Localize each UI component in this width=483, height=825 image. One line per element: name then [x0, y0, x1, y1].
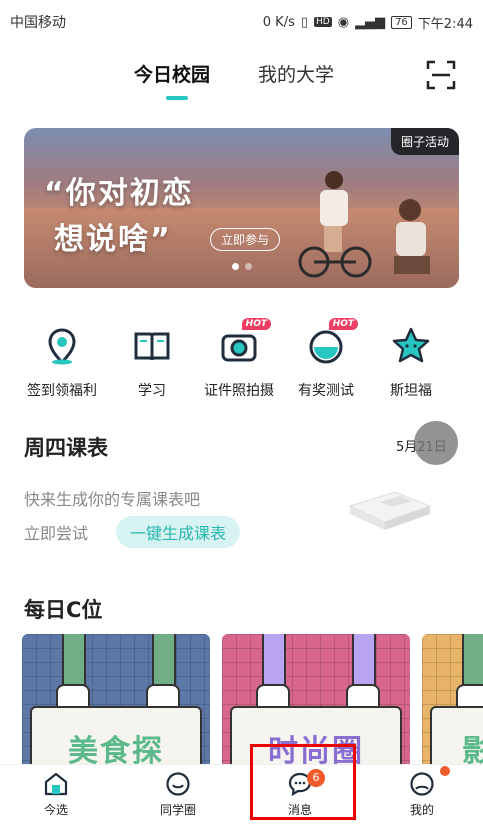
- quick-actions: 签到领福利 学习 HOT 证件照拍摄 HOT 有奖测试 斯坦福: [0, 318, 483, 408]
- network-speed: 0 K/s: [262, 14, 295, 30]
- clock: 下午2:44: [417, 16, 473, 32]
- quick-item-checkin[interactable]: 签到领福利: [17, 318, 107, 400]
- nav-label: 同学圈: [159, 803, 196, 817]
- profile-notification-dot: [440, 766, 450, 776]
- hd-icon: HD: [314, 17, 332, 27]
- daily-card[interactable]: 美食探: [22, 634, 210, 764]
- activity-banner[interactable]: “你对初恋 想说啥” 立即参与 圈子活动: [24, 128, 459, 288]
- nav-item-classmates[interactable]: 同学圈: [138, 771, 218, 818]
- quick-label: 斯坦福: [390, 383, 432, 399]
- camera-icon: HOT: [219, 318, 271, 366]
- quick-label: 证件照拍摄: [204, 383, 274, 399]
- banner-headline-1: “你对初恋: [44, 176, 194, 211]
- nav-item-profile[interactable]: 我的: [382, 771, 462, 818]
- nav-label: 今选: [43, 803, 68, 817]
- eye-icon: ◉: [337, 14, 350, 30]
- card-sign-text: 美食探: [68, 734, 164, 764]
- signal-icon: ▂▄▆: [355, 14, 386, 30]
- star-mascot-icon: [391, 326, 431, 366]
- nav-label: 我的: [409, 803, 434, 817]
- tab-my-university[interactable]: 我的大学: [258, 60, 334, 87]
- schedule-hint: 快来生成你的专属课表吧: [24, 490, 201, 509]
- quick-label: 签到领福利: [27, 383, 97, 399]
- tab-today-campus[interactable]: 今日校园: [134, 60, 210, 87]
- quick-item-study[interactable]: 学习: [107, 318, 197, 400]
- book-icon: [132, 326, 172, 366]
- card-sign: 美食探: [30, 706, 202, 764]
- battery-icon: 76: [391, 15, 412, 29]
- profile-icon: [409, 771, 435, 797]
- quick-item-stanford[interactable]: 斯坦福: [366, 318, 456, 400]
- quick-label: 学习: [138, 383, 166, 399]
- schedule-book-illustration: [348, 491, 432, 530]
- scan-icon[interactable]: [426, 60, 456, 90]
- bottom-nav: 今选 同学圈 6 消息 我的: [0, 764, 483, 825]
- generate-schedule-button[interactable]: 一键生成课表: [116, 516, 241, 548]
- schedule-title: 周四课表: [24, 436, 108, 460]
- hot-badge: HOT: [241, 318, 271, 330]
- pager-dot: [231, 263, 239, 270]
- daily-section-title: 每日C位: [24, 598, 103, 622]
- status-bar: 中国移动 0 K/s ▯ HD ◉ ▂▄▆ 76 下午2:44: [0, 0, 483, 44]
- tab-indicator: [166, 96, 188, 100]
- smile-icon: [165, 771, 191, 797]
- hot-badge: HOT: [328, 318, 358, 330]
- status-indicators: 0 K/s ▯ HD ◉ ▂▄▆ 76 下午2:44: [263, 13, 473, 32]
- home-icon: [43, 771, 69, 797]
- banner-cta[interactable]: 立即参与: [210, 228, 281, 251]
- top-tabs: 今日校园 我的大学: [0, 52, 483, 102]
- quick-label: 有奖测试: [298, 383, 354, 399]
- banner-pager: [24, 255, 459, 274]
- card-sign: 影: [430, 706, 483, 764]
- quick-item-id-photo[interactable]: HOT 证件照拍摄: [194, 318, 284, 400]
- quick-item-quiz[interactable]: HOT 有奖测试: [281, 318, 371, 400]
- location-pin-icon: [42, 326, 82, 366]
- highlight-box: [250, 744, 356, 820]
- vibrate-icon: ▯: [300, 14, 309, 30]
- quiz-icon: HOT: [306, 318, 358, 366]
- nav-item-home[interactable]: 今选: [16, 771, 96, 818]
- try-now-label[interactable]: 立即尝试: [24, 520, 88, 544]
- daily-card[interactable]: 影: [422, 634, 483, 764]
- carrier-label: 中国移动: [10, 15, 66, 31]
- banner-tag: 圈子活动: [390, 128, 459, 155]
- banner-headline-2: 想说啥”: [54, 222, 172, 257]
- card-sign-text: 影: [462, 734, 483, 764]
- pager-dot: [244, 263, 252, 270]
- floating-assistive-button[interactable]: [414, 421, 458, 465]
